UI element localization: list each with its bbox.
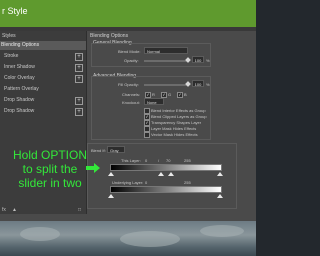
this-layer-max: 255: [184, 158, 191, 163]
add-color-overlay-icon[interactable]: +: [75, 75, 83, 83]
dialog-title: r Style: [2, 6, 28, 16]
blend-if-channel-value: Gray: [110, 148, 119, 153]
underlying-layer-label: Underlying Layer:: [112, 180, 144, 185]
blend-if-label: Blend If:: [91, 148, 106, 153]
style-item-stroke[interactable]: Stroke +: [0, 52, 86, 61]
annotation-arrow-icon: [86, 163, 100, 173]
blend-mode-select[interactable]: Normal: [144, 47, 188, 54]
underlying-layer-gradient: [110, 186, 222, 193]
underlying-black-handle[interactable]: [108, 194, 114, 198]
vector-mask-hides-label: Vector Mask Hides Effects: [151, 132, 198, 137]
style-item-label: Blending Options: [1, 42, 40, 48]
background-photo: [0, 221, 256, 256]
fill-opacity-unit: %: [206, 82, 210, 87]
blend-if-channel-select[interactable]: Gray: [107, 146, 125, 153]
opacity-input[interactable]: 100: [192, 56, 204, 63]
opacity-label: Opacity:: [124, 58, 139, 63]
photo-cloud: [120, 231, 180, 247]
this-layer-split-handle-left[interactable]: [158, 172, 164, 176]
style-item-drop-shadow-2[interactable]: Drop Shadow +: [0, 107, 86, 116]
add-drop-shadow-2-icon[interactable]: +: [75, 108, 83, 116]
this-layer-split: /: [158, 158, 160, 163]
opacity-value: 100: [194, 58, 202, 63]
opacity-slider[interactable]: [144, 60, 188, 62]
layer-style-dialog: Styles Blending Options Stroke + Inner S…: [0, 31, 256, 221]
style-item-label: Inner Shadow: [4, 64, 35, 70]
knockout-select[interactable]: None: [144, 98, 164, 105]
channel-b-label: B: [184, 92, 187, 97]
fill-opacity-label: Fill Opacity:: [118, 82, 139, 87]
style-item-label: Drop Shadow: [4, 108, 35, 114]
this-layer-split-handle-right[interactable]: [168, 172, 174, 176]
style-item-label: Drop Shadow: [4, 97, 35, 103]
blend-mode-value: Normal: [147, 49, 160, 54]
photo-cloud: [200, 225, 244, 237]
knockout-value: None: [147, 100, 157, 105]
up-arrow-icon[interactable]: ▲: [12, 207, 17, 213]
underlying-min: 0: [145, 180, 148, 185]
add-drop-shadow-icon[interactable]: +: [75, 97, 83, 105]
blending-section-title: Blending Options: [90, 33, 129, 39]
this-layer-black-handle[interactable]: [108, 172, 114, 176]
photo-cloud: [20, 227, 60, 241]
this-layer-gradient: [110, 164, 222, 171]
blend-clipped-label: Blend Clipped Layers as Group: [151, 114, 207, 119]
blend-mode-label: Blend Mode:: [118, 49, 141, 54]
underlying-white-handle[interactable]: [217, 194, 223, 198]
style-item-pattern-overlay[interactable]: Pattern Overlay: [0, 85, 86, 94]
fill-opacity-value: 100: [194, 82, 202, 87]
layer-mask-hides-label: Layer Mask Hides Effects: [151, 126, 197, 131]
style-item-blending-options[interactable]: Blending Options: [0, 41, 86, 50]
style-item-inner-shadow[interactable]: Inner Shadow +: [0, 63, 86, 72]
add-inner-shadow-icon[interactable]: +: [75, 64, 83, 72]
annotation-text: Hold OPTION to split the slider in two: [12, 148, 87, 190]
style-item-color-overlay[interactable]: Color Overlay +: [0, 74, 86, 83]
trash-icon[interactable]: □: [78, 207, 81, 213]
underlying-max: 255: [184, 180, 191, 185]
knockout-label: Knockout:: [122, 100, 140, 105]
style-item-drop-shadow[interactable]: Drop Shadow +: [0, 96, 86, 105]
fill-opacity-slider[interactable]: [144, 84, 188, 86]
add-stroke-icon[interactable]: +: [75, 53, 83, 61]
this-layer-split-value: 70: [166, 158, 171, 163]
channels-label: Channels:: [122, 92, 141, 97]
this-layer-min: 0: [145, 158, 148, 163]
this-layer-label: This Layer:: [121, 158, 141, 163]
vector-mask-hides-checkbox[interactable]: [144, 132, 150, 138]
opacity-unit: %: [206, 58, 210, 63]
styles-header: Styles: [2, 33, 16, 39]
channel-r-label: R: [152, 92, 155, 97]
dialog-titlebar: r Style: [0, 0, 256, 27]
style-item-label: Pattern Overlay: [4, 86, 39, 92]
fx-icon[interactable]: fx: [2, 207, 6, 213]
transparency-shapes-label: Transparency Shapes Layer: [151, 120, 202, 125]
fill-opacity-input[interactable]: 100: [192, 80, 204, 87]
style-item-label: Color Overlay: [4, 75, 35, 81]
this-layer-white-handle[interactable]: [217, 172, 223, 176]
channel-g-label: G: [168, 92, 172, 97]
style-item-label: Stroke: [4, 53, 19, 59]
channel-b-checkbox[interactable]: ✓: [177, 92, 183, 98]
blend-interior-label: Blend Interior Effects as Group: [151, 108, 206, 113]
